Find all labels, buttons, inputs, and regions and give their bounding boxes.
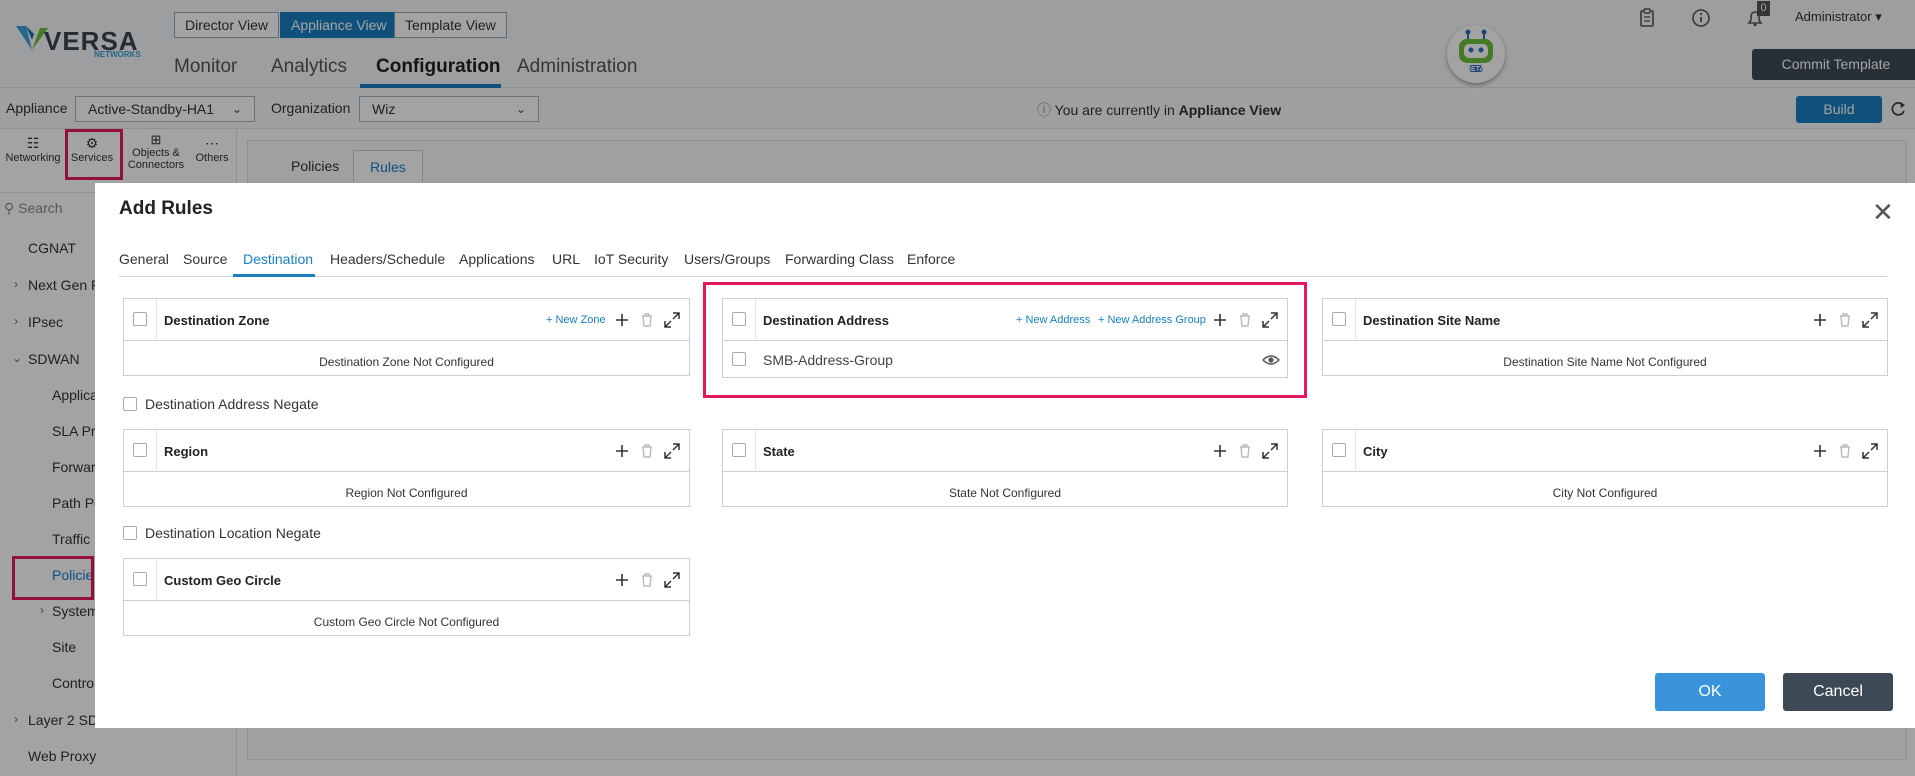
checkbox[interactable] <box>123 526 137 540</box>
checkbox-label: Destination Address Negate <box>145 396 319 412</box>
tab-enforce[interactable]: Enforce <box>907 251 955 267</box>
destination-zone-panel: Destination Zone + New Zone Destination … <box>123 298 690 376</box>
panel-title: Destination Site Name <box>1363 313 1501 328</box>
dialog-title: Add Rules <box>119 198 213 219</box>
empty-state-text: Destination Zone Not Configured <box>319 355 494 369</box>
add-icon[interactable] <box>612 441 632 461</box>
checkbox-label: Destination Location Negate <box>145 525 321 541</box>
destination-address-highlight-box <box>703 282 1307 398</box>
add-icon[interactable] <box>1810 441 1830 461</box>
expand-icon[interactable] <box>1860 441 1880 461</box>
divider <box>1355 299 1356 341</box>
divider <box>1355 430 1356 472</box>
tab-url[interactable]: URL <box>552 251 580 267</box>
select-all-checkbox[interactable] <box>133 572 147 586</box>
expand-icon[interactable] <box>1860 310 1880 330</box>
tab-forwarding-class[interactable]: Forwarding Class <box>785 251 894 267</box>
destination-location-negate-checkbox[interactable]: Destination Location Negate <box>123 525 321 541</box>
trash-icon[interactable] <box>1835 310 1855 330</box>
empty-state-text: State Not Configured <box>948 486 1062 500</box>
panel-header: Destination Site Name <box>1323 299 1887 341</box>
trash-icon[interactable] <box>1835 441 1855 461</box>
panel-title: City <box>1363 444 1388 459</box>
city-panel: City City Not Configured <box>1322 429 1888 507</box>
divider <box>156 559 157 601</box>
add-icon[interactable] <box>612 570 632 590</box>
empty-state-text: City Not Configured <box>1552 486 1658 500</box>
tab-destination[interactable]: Destination <box>243 251 313 267</box>
close-icon[interactable]: ✕ <box>1872 197 1894 228</box>
active-tab-underline <box>233 274 315 277</box>
tabs-divider <box>119 276 1887 277</box>
expand-icon[interactable] <box>662 570 682 590</box>
divider <box>156 430 157 472</box>
tab-users-groups[interactable]: Users/Groups <box>684 251 770 267</box>
expand-icon[interactable] <box>662 310 682 330</box>
panel-title: Custom Geo Circle <box>164 573 282 588</box>
add-icon[interactable] <box>612 310 632 330</box>
tab-applications[interactable]: Applications <box>459 251 535 267</box>
select-all-checkbox[interactable] <box>133 443 147 457</box>
divider <box>156 299 157 341</box>
trash-icon[interactable] <box>637 570 657 590</box>
expand-icon[interactable] <box>662 441 682 461</box>
divider <box>755 430 756 472</box>
panel-header: State <box>723 430 1287 472</box>
tab-headers-schedule[interactable]: Headers/Schedule <box>330 251 445 267</box>
custom-geo-circle-panel: Custom Geo Circle Custom Geo Circle Not … <box>123 558 690 636</box>
panel-title: Region <box>164 444 209 459</box>
add-rules-dialog: Add Rules ✕ General Source Destination H… <box>95 183 1915 728</box>
destination-site-name-panel: Destination Site Name Destination Site N… <box>1322 298 1888 376</box>
select-all-checkbox[interactable] <box>133 312 147 326</box>
tab-iot-security[interactable]: IoT Security <box>594 251 668 267</box>
panel-header: Region <box>124 430 689 472</box>
select-all-checkbox[interactable] <box>1332 443 1346 457</box>
ok-button[interactable]: OK <box>1655 673 1765 711</box>
tab-general[interactable]: General <box>119 251 169 267</box>
panel-header: City <box>1323 430 1887 472</box>
expand-icon[interactable] <box>1260 441 1280 461</box>
trash-icon[interactable] <box>1235 441 1255 461</box>
empty-state-text: Destination Site Name Not Configured <box>1503 355 1707 369</box>
add-icon[interactable] <box>1210 441 1230 461</box>
panel-title: State <box>763 444 795 459</box>
state-panel: State State Not Configured <box>722 429 1288 507</box>
panel-title: Destination Zone <box>164 313 270 328</box>
tab-source[interactable]: Source <box>183 251 227 267</box>
trash-icon[interactable] <box>637 310 657 330</box>
empty-state-text: Region Not Configured <box>345 486 468 500</box>
region-panel: Region Region Not Configured <box>123 429 690 507</box>
empty-state-text: Custom Geo Circle Not Configured <box>313 615 500 629</box>
new-zone-link[interactable]: + New Zone <box>546 314 606 326</box>
trash-icon[interactable] <box>637 441 657 461</box>
panel-header: Custom Geo Circle <box>124 559 689 601</box>
panel-header: Destination Zone + New Zone <box>124 299 689 341</box>
add-icon[interactable] <box>1810 310 1830 330</box>
select-all-checkbox[interactable] <box>1332 312 1346 326</box>
select-all-checkbox[interactable] <box>732 443 746 457</box>
checkbox[interactable] <box>123 397 137 411</box>
cancel-button[interactable]: Cancel <box>1783 673 1893 711</box>
destination-address-negate-checkbox[interactable]: Destination Address Negate <box>123 396 319 412</box>
